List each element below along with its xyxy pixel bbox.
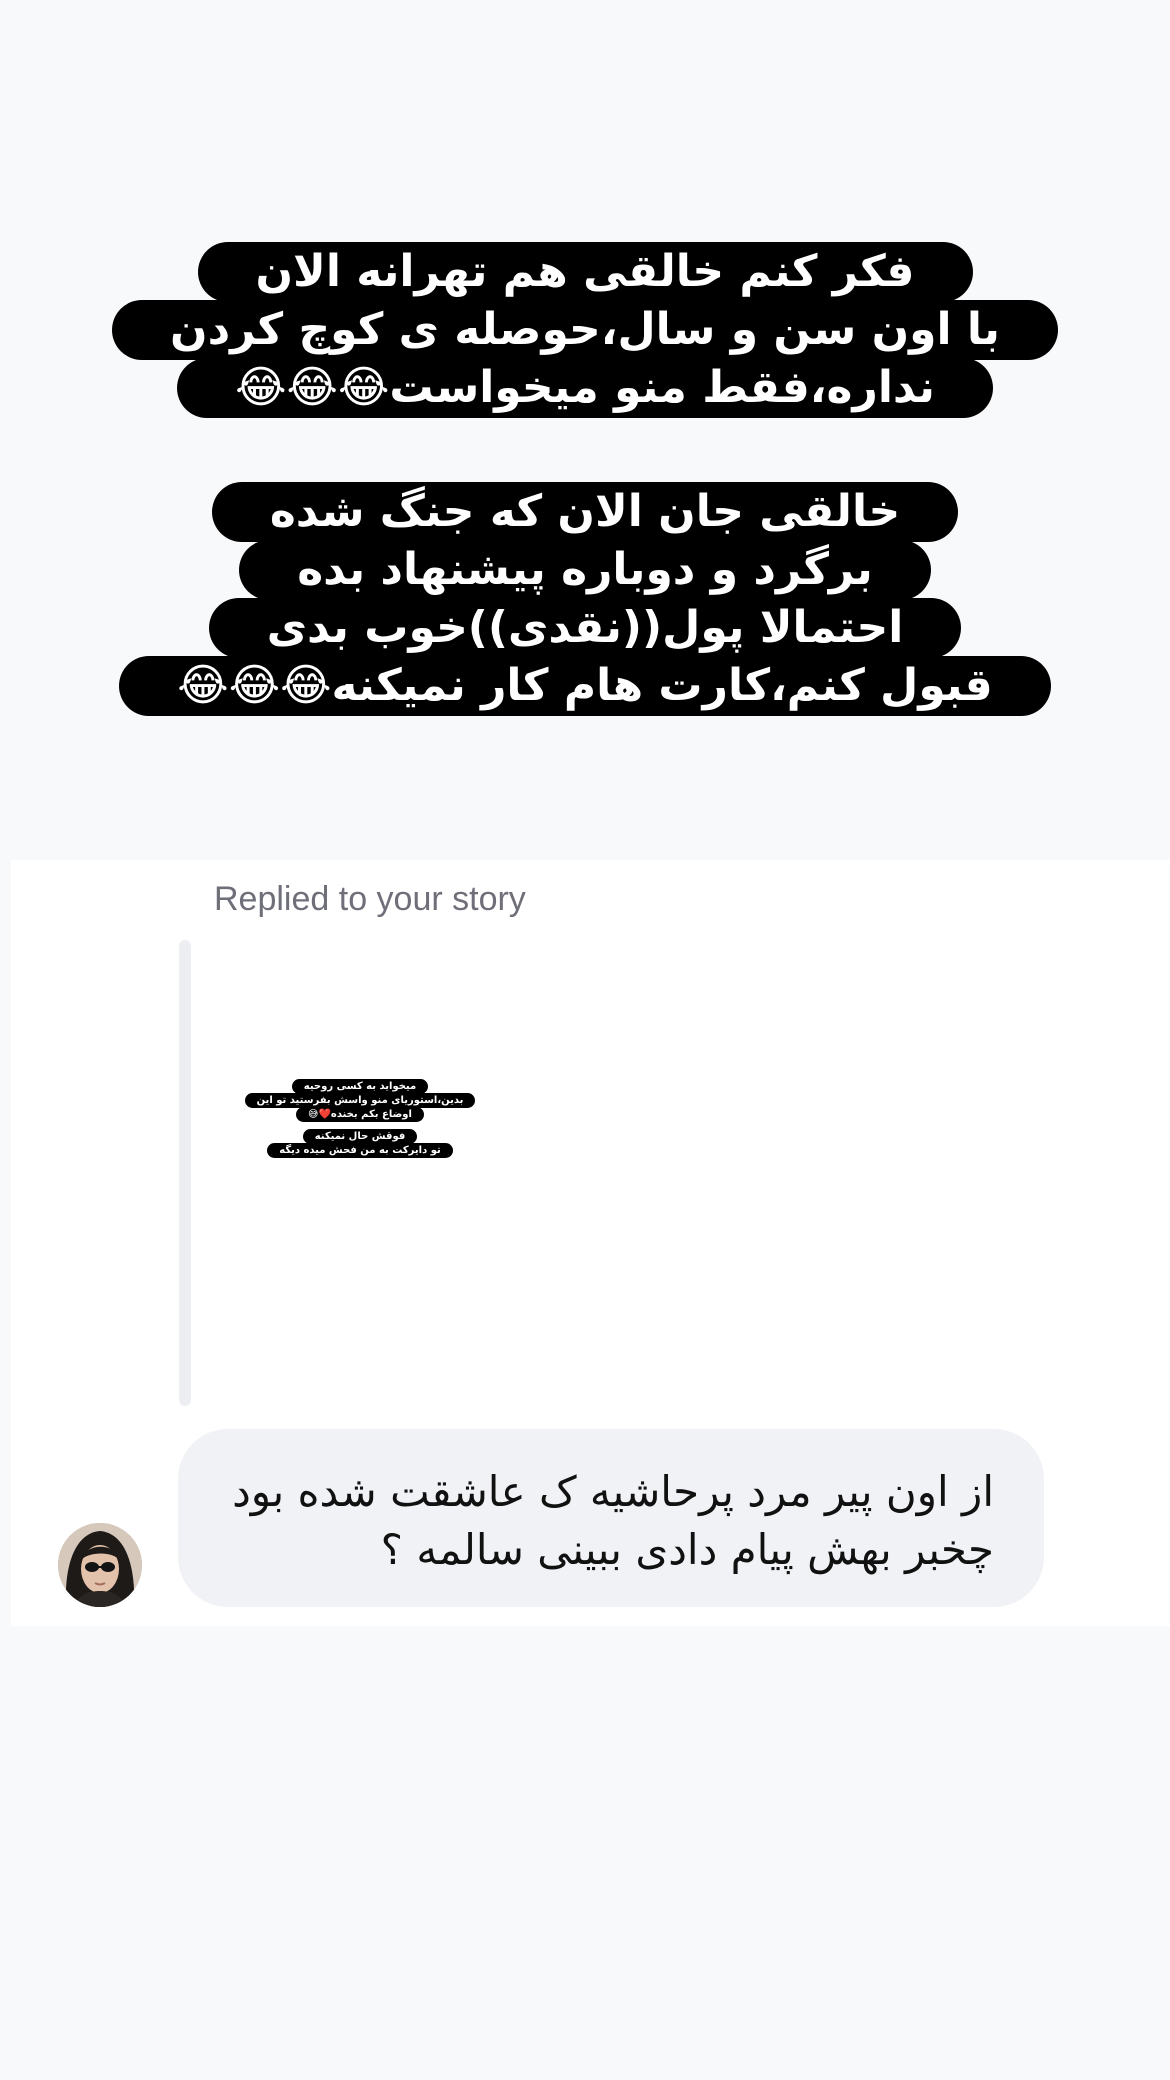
story-preview-group-1: میخواید به کسی روحیه بدین،استوریای منو و… bbox=[244, 1079, 476, 1122]
story-preview-group-2: فوقش حال نمیکنه تو دایرکت به من فحش میده… bbox=[267, 1129, 453, 1158]
caption-line: برگرد و دوباره پیشنهاد بده bbox=[239, 540, 931, 600]
caption-line: با اون سن و سال،حوصله ی کوچ کردن bbox=[112, 300, 1058, 360]
caption-line: فکر کنم خالقی هم تهرانه الان bbox=[197, 242, 973, 302]
caption-line: قبول کنم،کارت هام کار نمیکنه😂😂😂 bbox=[119, 656, 1051, 716]
message-bubble[interactable]: از اون پیر مرد پرحاشیه ک عاشقت شده بود چ… bbox=[178, 1429, 1044, 1607]
replied-to-story-label: Replied to your story bbox=[214, 880, 526, 918]
caption-line: احتمالا پول((نقدی))خوب بدی bbox=[208, 598, 962, 658]
story-preview-line: فوقش حال نمیکنه bbox=[302, 1129, 418, 1144]
story-preview-line: اوضاع بکم بخنده❤️😅 bbox=[296, 1107, 424, 1122]
story-preview-line: تو دایرکت به من فحش میده دیگه bbox=[267, 1143, 453, 1158]
avatar-photo-icon bbox=[58, 1523, 142, 1607]
avatar[interactable] bbox=[58, 1523, 142, 1607]
caption-line: نداره،فقط منو میخواست😂😂😂 bbox=[177, 358, 993, 418]
story-preview-line: بدین،استوریای منو واسش بفرستید تو این bbox=[244, 1093, 476, 1108]
message-line: چخبر بهش پیام دادی ببینی سالمه ؟ bbox=[380, 1525, 994, 1574]
message-line: از اون پیر مرد پرحاشیه ک عاشقت شده بود bbox=[232, 1467, 994, 1516]
story-caption-block-2: خالقی جان الان که جنگ شده برگرد و دوباره… bbox=[0, 482, 1170, 716]
story-caption-block-1: فکر کنم خالقی هم تهرانه الان با اون سن و… bbox=[0, 242, 1170, 418]
dm-thread-card: Replied to your story میخواید به کسی روح… bbox=[11, 860, 1170, 1626]
story-preview-line: میخواید به کسی روحیه bbox=[291, 1079, 429, 1094]
story-preview-thumbnail[interactable]: میخواید به کسی روحیه بدین،استوریای منو و… bbox=[225, 1079, 495, 1190]
caption-line: خالقی جان الان که جنگ شده bbox=[211, 482, 959, 542]
reply-quote-bar bbox=[179, 940, 191, 1406]
